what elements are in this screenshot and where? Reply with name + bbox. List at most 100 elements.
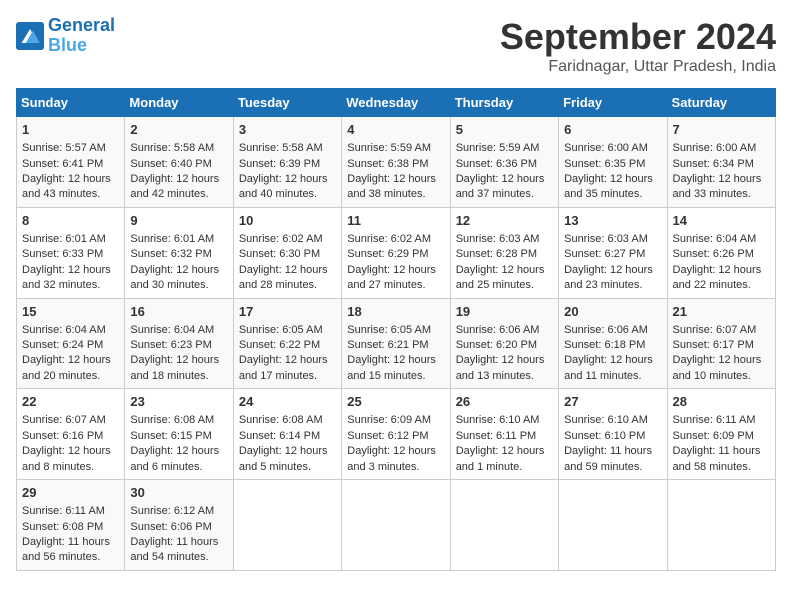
day-number: 2 xyxy=(130,121,227,139)
calendar-week-row: 22Sunrise: 6:07 AMSunset: 6:16 PMDayligh… xyxy=(17,389,776,480)
calendar-cell: 24Sunrise: 6:08 AMSunset: 6:14 PMDayligh… xyxy=(233,389,341,480)
day-number: 26 xyxy=(456,393,553,411)
calendar-week-row: 8Sunrise: 6:01 AMSunset: 6:33 PMDaylight… xyxy=(17,207,776,298)
daylight-text: Daylight: 12 hours and 42 minutes. xyxy=(130,173,219,200)
sunrise-text: Sunrise: 6:10 AM xyxy=(456,414,540,426)
sunset-text: Sunset: 6:27 PM xyxy=(564,248,645,260)
day-number: 3 xyxy=(239,121,336,139)
sunset-text: Sunset: 6:15 PM xyxy=(130,430,211,442)
daylight-text: Daylight: 12 hours and 3 minutes. xyxy=(347,445,436,472)
page-title: September 2024 xyxy=(500,16,776,58)
calendar-cell: 26Sunrise: 6:10 AMSunset: 6:11 PMDayligh… xyxy=(450,389,558,480)
calendar-table: SundayMondayTuesdayWednesdayThursdayFrid… xyxy=(16,88,776,571)
calendar-cell xyxy=(233,480,341,571)
day-header-sunday: Sunday xyxy=(17,89,125,117)
daylight-text: Daylight: 12 hours and 28 minutes. xyxy=(239,264,328,291)
sunrise-text: Sunrise: 5:57 AM xyxy=(22,142,106,154)
day-number: 30 xyxy=(130,484,227,502)
sunset-text: Sunset: 6:17 PM xyxy=(673,339,754,351)
calendar-cell: 22Sunrise: 6:07 AMSunset: 6:16 PMDayligh… xyxy=(17,389,125,480)
day-number: 23 xyxy=(130,393,227,411)
sunset-text: Sunset: 6:24 PM xyxy=(22,339,103,351)
sunset-text: Sunset: 6:38 PM xyxy=(347,158,428,170)
day-number: 29 xyxy=(22,484,119,502)
sunset-text: Sunset: 6:28 PM xyxy=(456,248,537,260)
sunset-text: Sunset: 6:30 PM xyxy=(239,248,320,260)
daylight-text: Daylight: 12 hours and 13 minutes. xyxy=(456,354,545,381)
page-header: General Blue September 2024 Faridnagar, … xyxy=(16,16,776,76)
sunrise-text: Sunrise: 6:04 AM xyxy=(130,324,214,336)
day-header-saturday: Saturday xyxy=(667,89,775,117)
calendar-cell: 12Sunrise: 6:03 AMSunset: 6:28 PMDayligh… xyxy=(450,207,558,298)
logo: General Blue xyxy=(16,16,115,56)
sunrise-text: Sunrise: 6:04 AM xyxy=(22,324,106,336)
sunset-text: Sunset: 6:29 PM xyxy=(347,248,428,260)
calendar-cell: 17Sunrise: 6:05 AMSunset: 6:22 PMDayligh… xyxy=(233,298,341,389)
day-number: 27 xyxy=(564,393,661,411)
calendar-week-row: 15 Sunrise: 6:04 AM Sunset: 6:24 PM Dayligh… xyxy=(17,298,776,389)
sunrise-text: Sunrise: 5:59 AM xyxy=(456,142,540,154)
calendar-cell: 14Sunrise: 6:04 AMSunset: 6:26 PMDayligh… xyxy=(667,207,775,298)
day-number: 18 xyxy=(347,303,444,321)
daylight-text: Daylight: 12 hours and 5 minutes. xyxy=(239,445,328,472)
calendar-cell xyxy=(342,480,450,571)
day-number: 6 xyxy=(564,121,661,139)
sunset-text: Sunset: 6:40 PM xyxy=(130,158,211,170)
daylight-text: Daylight: 12 hours and 8 minutes. xyxy=(22,445,111,472)
calendar-cell: 16Sunrise: 6:04 AMSunset: 6:23 PMDayligh… xyxy=(125,298,233,389)
day-number: 9 xyxy=(130,212,227,230)
sunset-text: Sunset: 6:35 PM xyxy=(564,158,645,170)
sunrise-text: Sunrise: 6:11 AM xyxy=(22,505,105,517)
daylight-text: Daylight: 11 hours and 58 minutes. xyxy=(673,445,761,472)
calendar-cell: 5Sunrise: 5:59 AMSunset: 6:36 PMDaylight… xyxy=(450,117,558,208)
sunset-text: Sunset: 6:12 PM xyxy=(347,430,428,442)
sunrise-text: Sunrise: 6:12 AM xyxy=(130,505,214,517)
sunrise-text: Sunrise: 5:59 AM xyxy=(347,142,431,154)
daylight-text: Daylight: 11 hours and 56 minutes. xyxy=(22,536,110,563)
sunset-text: Sunset: 6:18 PM xyxy=(564,339,645,351)
sunset-text: Sunset: 6:22 PM xyxy=(239,339,320,351)
logo-icon xyxy=(16,22,44,50)
page-subtitle: Faridnagar, Uttar Pradesh, India xyxy=(500,58,776,76)
sunrise-text: Sunrise: 6:03 AM xyxy=(564,233,648,245)
day-header-thursday: Thursday xyxy=(450,89,558,117)
sunrise-text: Sunrise: 6:03 AM xyxy=(456,233,540,245)
day-number: 1 xyxy=(22,121,119,139)
calendar-cell: 4 Sunrise: 5:59 AM Sunset: 6:38 PM Daylight… xyxy=(342,117,450,208)
day-number: 14 xyxy=(673,212,770,230)
calendar-cell: 8Sunrise: 6:01 AMSunset: 6:33 PMDaylight… xyxy=(17,207,125,298)
sunrise-text: Sunrise: 6:01 AM xyxy=(130,233,214,245)
sunrise-text: Sunrise: 6:02 AM xyxy=(239,233,323,245)
daylight-text: Daylight: 12 hours and 30 minutes. xyxy=(130,264,219,291)
sunrise-text: Sunrise: 6:00 AM xyxy=(564,142,648,154)
calendar-cell: 18Sunrise: 6:05 AMSunset: 6:21 PMDayligh… xyxy=(342,298,450,389)
calendar-week-row: 29 Sunrise: 6:11 AM Sunset: 6:08 PM Dayligh… xyxy=(17,480,776,571)
sunrise-text: Sunrise: 6:08 AM xyxy=(130,414,214,426)
daylight-text: Daylight: 12 hours and 43 minutes. xyxy=(22,173,111,200)
calendar-cell: 10Sunrise: 6:02 AMSunset: 6:30 PMDayligh… xyxy=(233,207,341,298)
day-number: 4 xyxy=(347,121,444,139)
daylight-text: Daylight: 11 hours and 59 minutes. xyxy=(564,445,652,472)
sunset-text: Sunset: 6:08 PM xyxy=(22,521,103,533)
calendar-cell: 15Sunrise: 6:04 AMSunset: 6:24 PMDayligh… xyxy=(17,298,125,389)
calendar-cell: 19Sunrise: 6:06 AMSunset: 6:20 PMDayligh… xyxy=(450,298,558,389)
calendar-cell: 23Sunrise: 6:08 AMSunset: 6:15 PMDayligh… xyxy=(125,389,233,480)
calendar-cell xyxy=(559,480,667,571)
sunset-text: Sunset: 6:41 PM xyxy=(22,158,103,170)
day-header-monday: Monday xyxy=(125,89,233,117)
sunrise-text: Sunrise: 6:05 AM xyxy=(239,324,323,336)
daylight-text: Daylight: 12 hours and 40 minutes. xyxy=(239,173,328,200)
calendar-cell: 29 Sunrise: 6:11 AM Sunset: 6:08 PM Dayligh… xyxy=(17,480,125,571)
sunset-text: Sunset: 6:10 PM xyxy=(564,430,645,442)
daylight-text: Daylight: 12 hours and 35 minutes. xyxy=(564,173,653,200)
title-area: September 2024 Faridnagar, Uttar Pradesh… xyxy=(500,16,776,76)
calendar-week-row: 1 Sunrise: 5:57 AM Sunset: 6:41 PM Daylight… xyxy=(17,117,776,208)
daylight-text: Daylight: 12 hours and 38 minutes. xyxy=(347,173,436,200)
sunset-text: Sunset: 6:32 PM xyxy=(130,248,211,260)
sunrise-text: Sunrise: 6:06 AM xyxy=(456,324,540,336)
day-number: 5 xyxy=(456,121,553,139)
day-number: 19 xyxy=(456,303,553,321)
day-number: 7 xyxy=(673,121,770,139)
sunrise-text: Sunrise: 6:10 AM xyxy=(564,414,648,426)
day-number: 15 xyxy=(22,303,119,321)
